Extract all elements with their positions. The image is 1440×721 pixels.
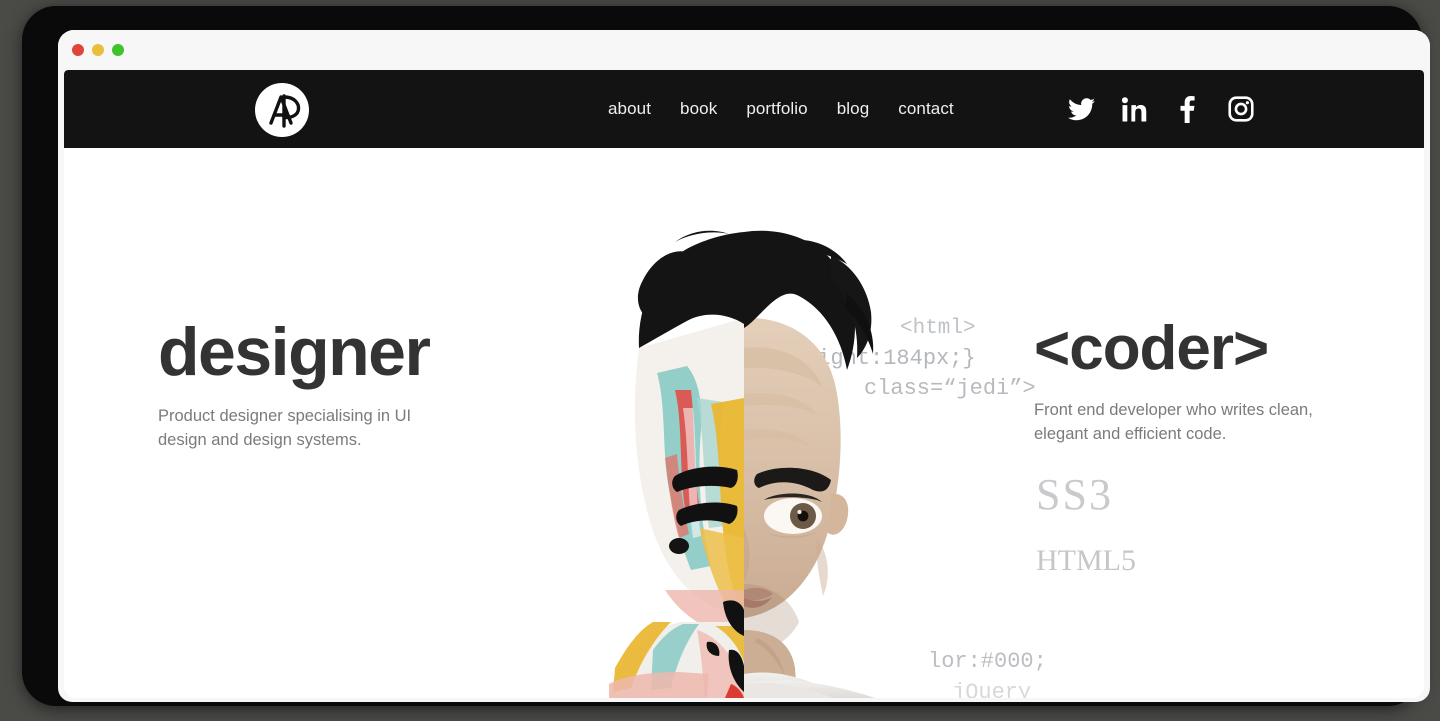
browser-titlebar xyxy=(58,30,1430,70)
split-face-portrait xyxy=(579,198,909,698)
hero-right-column: <coder> Front end developer who writes c… xyxy=(1034,318,1354,447)
site-header: about book portfolio blog contact xyxy=(64,70,1424,148)
minimize-button[interactable] xyxy=(92,44,104,56)
nav-link-blog[interactable]: blog xyxy=(837,99,870,119)
twitter-icon[interactable] xyxy=(1068,96,1095,123)
code-line-color: lor:#000; xyxy=(928,649,1047,675)
browser-window: about book portfolio blog contact <html>… xyxy=(58,30,1430,702)
hero-section: <html> eight:184px;} class=“jedi”> SS3 H… xyxy=(64,148,1424,698)
social-links xyxy=(1068,70,1254,148)
maximize-button[interactable] xyxy=(112,44,124,56)
code-html5-text: HTML5 xyxy=(1036,543,1136,577)
nav-link-contact[interactable]: contact xyxy=(898,99,954,119)
hero-left-headline: designer xyxy=(158,314,431,390)
hero-left-subline: Product designer specialising in UI desi… xyxy=(158,407,412,449)
nav-link-portfolio[interactable]: portfolio xyxy=(746,99,807,119)
instagram-icon[interactable] xyxy=(1227,96,1254,123)
facebook-icon[interactable] xyxy=(1174,95,1201,123)
main-navigation: about book portfolio blog contact xyxy=(608,70,954,148)
close-button[interactable] xyxy=(72,44,84,56)
hero-left-column: designer Product designer specialising i… xyxy=(158,318,458,453)
code-line-jquery: jQuery xyxy=(952,679,1032,698)
traffic-lights xyxy=(72,44,124,56)
code-css3-text: SS3 xyxy=(1036,470,1113,520)
device-bezel: about book portfolio blog contact <html>… xyxy=(22,6,1430,706)
hero-right-headline: <coder> xyxy=(1034,314,1269,383)
ap-monogram-logo[interactable] xyxy=(254,82,310,138)
linkedin-icon[interactable] xyxy=(1121,96,1148,123)
nav-link-book[interactable]: book xyxy=(680,99,717,119)
hero-right-subline: Front end developer who writes clean, el… xyxy=(1034,401,1313,443)
nav-link-about[interactable]: about xyxy=(608,99,651,119)
page-viewport: about book portfolio blog contact <html>… xyxy=(64,70,1424,698)
